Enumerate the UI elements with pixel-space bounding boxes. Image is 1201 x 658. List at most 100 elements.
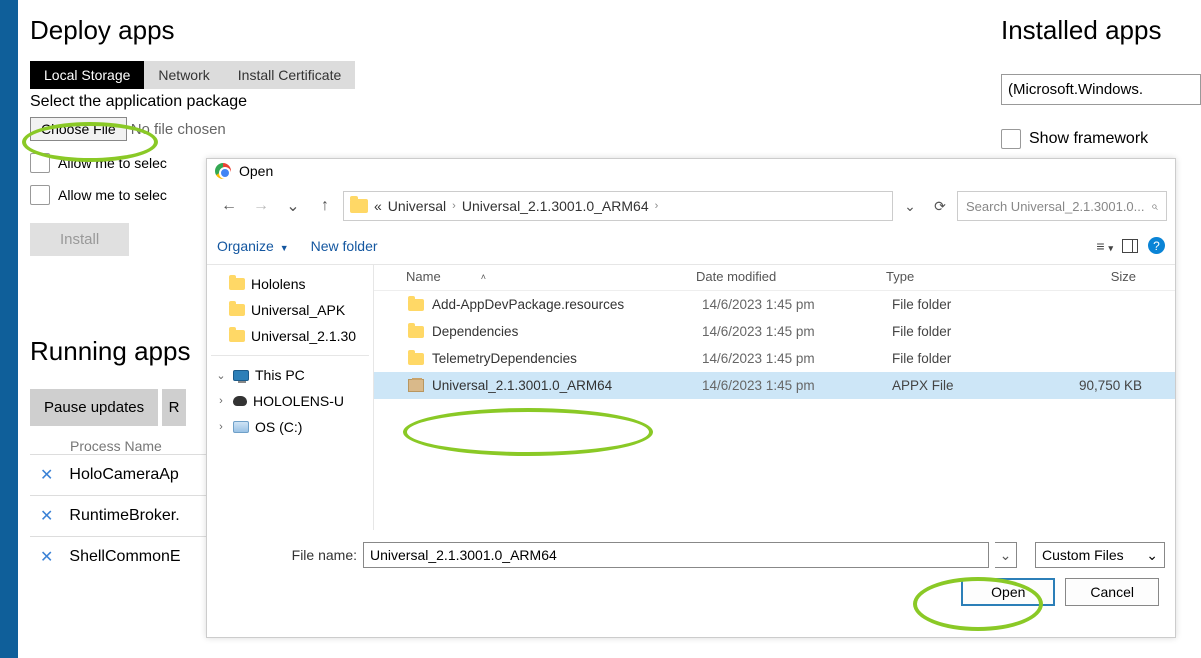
folder-icon — [408, 326, 424, 338]
col-type[interactable]: Type — [886, 269, 1026, 284]
close-process-icon[interactable]: ✕ — [36, 465, 57, 485]
folder-icon — [350, 199, 368, 213]
pc-icon — [233, 370, 249, 381]
col-date[interactable]: Date modified — [696, 269, 886, 284]
file-list: Name ˄ Date modified Type Size Add-AppDev… — [374, 265, 1175, 530]
chrome-icon — [215, 163, 231, 179]
chevron-right-icon: › — [655, 200, 659, 212]
open-button[interactable]: Open — [961, 578, 1055, 606]
left-accent-bar — [0, 0, 18, 658]
drive-icon — [233, 421, 249, 433]
file-name-input[interactable] — [363, 542, 989, 568]
col-size[interactable]: Size — [1026, 269, 1136, 284]
breadcrumb[interactable]: Universal_2.1.3001.0_ARM64 — [462, 198, 649, 214]
address-bar[interactable]: « Universal › Universal_2.1.3001.0_ARM64… — [343, 191, 893, 221]
refresh-button[interactable]: R — [162, 389, 186, 426]
no-file-chosen-label: No file chosen — [131, 121, 226, 138]
file-type: APPX File — [892, 378, 1032, 393]
recent-locations-button[interactable]: ⌄ — [279, 192, 307, 220]
view-mode-button[interactable]: ≡ ▾ — [1096, 238, 1112, 254]
chevron-right-icon[interactable]: › — [215, 421, 227, 433]
new-folder-button[interactable]: New folder — [311, 238, 378, 254]
file-name: Add-AppDevPackage.resources — [432, 297, 702, 312]
sidebar-item-hololens-u[interactable]: › HOLOLENS-U — [211, 388, 369, 414]
file-type: File folder — [892, 297, 1032, 312]
tab-install-certificate[interactable]: Install Certificate — [224, 61, 355, 89]
file-name: Universal_2.1.3001.0_ARM64 — [432, 378, 702, 393]
sidebar-item-label: HOLOLENS-U — [253, 393, 344, 409]
file-open-dialog: Open ← → ⌄ ↑ « Universal › Universal_2.1… — [206, 158, 1176, 638]
file-name: TelemetryDependencies — [432, 351, 702, 366]
address-history-button[interactable]: ⌄ — [897, 198, 923, 215]
file-date: 14/6/2023 1:45 pm — [702, 297, 892, 312]
refresh-icon[interactable]: ⟳ — [927, 198, 953, 215]
file-list-header[interactable]: Name ˄ Date modified Type Size — [374, 265, 1175, 291]
package-icon — [408, 379, 424, 392]
tab-local-storage[interactable]: Local Storage — [30, 61, 144, 89]
close-process-icon[interactable]: ✕ — [36, 506, 57, 526]
back-button[interactable]: ← — [215, 192, 243, 220]
sidebar-item-hololens[interactable]: Hololens — [211, 271, 369, 297]
sidebar-item-this-pc[interactable]: ⌄ This PC — [211, 362, 369, 388]
pause-updates-button[interactable]: Pause updates — [30, 389, 158, 426]
close-process-icon[interactable]: ✕ — [36, 547, 57, 567]
breadcrumb[interactable]: Universal — [388, 198, 446, 214]
sidebar-item-label: This PC — [255, 367, 305, 383]
process-name: HoloCameraAp — [69, 466, 178, 484]
folder-icon — [229, 304, 245, 316]
sidebar-divider — [211, 355, 369, 356]
sort-asc-icon: ˄ — [481, 272, 486, 282]
sidebar-item-os-c[interactable]: › OS (C:) — [211, 414, 369, 440]
allow-label-1: Allow me to selec — [58, 155, 167, 171]
folder-icon — [408, 299, 424, 311]
up-button[interactable]: ↑ — [311, 192, 339, 220]
file-date: 14/6/2023 1:45 pm — [702, 378, 892, 393]
sidebar-item-label: Universal_2.1.30 — [251, 328, 356, 344]
file-row-selected[interactable]: Universal_2.1.3001.0_ARM64 14/6/2023 1:4… — [374, 372, 1175, 399]
crumb-prefix: « — [374, 198, 382, 214]
help-icon[interactable]: ? — [1148, 237, 1165, 254]
tab-network[interactable]: Network — [144, 61, 223, 89]
file-type: File folder — [892, 351, 1032, 366]
chevron-down-icon[interactable]: ⌄ — [215, 369, 227, 382]
file-type-filter[interactable]: Custom Files ⌄ — [1035, 542, 1165, 568]
process-name: ShellCommonE — [69, 548, 180, 566]
sidebar-item-universal-apk[interactable]: Universal_APK — [211, 297, 369, 323]
preview-pane-button[interactable] — [1122, 239, 1138, 253]
file-row[interactable]: Add-AppDevPackage.resources 14/6/2023 1:… — [374, 291, 1175, 318]
sidebar-item-label: Hololens — [251, 276, 305, 292]
file-date: 14/6/2023 1:45 pm — [702, 324, 892, 339]
sidebar-item-universal-21[interactable]: Universal_2.1.30 — [211, 323, 369, 349]
chevron-right-icon: › — [452, 200, 456, 212]
allow-checkbox-2[interactable] — [30, 185, 50, 205]
organize-button[interactable]: Organize ▼ — [217, 238, 289, 254]
sidebar-item-label: OS (C:) — [255, 419, 302, 435]
file-name-history-button[interactable]: ⌄ — [995, 542, 1017, 568]
deploy-tabs: Local Storage Network Install Certificat… — [30, 61, 970, 89]
allow-checkbox-1[interactable] — [30, 153, 50, 173]
file-row[interactable]: TelemetryDependencies 14/6/2023 1:45 pm … — [374, 345, 1175, 372]
choose-file-button[interactable]: Choose File — [30, 117, 127, 141]
folder-icon — [229, 278, 245, 290]
search-placeholder: Search Universal_2.1.3001.0... — [966, 199, 1145, 214]
forward-button[interactable]: → — [247, 192, 275, 220]
col-name[interactable]: Name — [406, 269, 441, 284]
folder-icon — [408, 353, 424, 365]
file-row[interactable]: Dependencies 14/6/2023 1:45 pm File fold… — [374, 318, 1175, 345]
installed-apps-select[interactable]: (Microsoft.Windows. — [1001, 74, 1201, 105]
cancel-button[interactable]: Cancel — [1065, 578, 1159, 606]
filter-label: Custom Files — [1042, 547, 1124, 563]
search-input[interactable]: Search Universal_2.1.3001.0... ⌕ — [957, 191, 1167, 221]
installed-apps-title: Installed apps — [1001, 15, 1201, 46]
chevron-right-icon[interactable]: › — [215, 395, 227, 407]
show-framework-label: Show framework — [1029, 130, 1148, 148]
dialog-title: Open — [239, 163, 273, 179]
file-size: 90,750 KB — [1032, 378, 1142, 393]
file-name-label: File name: — [217, 547, 357, 563]
file-type: File folder — [892, 324, 1032, 339]
process-name: RuntimeBroker. — [69, 507, 179, 525]
file-date: 14/6/2023 1:45 pm — [702, 351, 892, 366]
install-button[interactable]: Install — [30, 223, 129, 256]
show-framework-checkbox[interactable] — [1001, 129, 1021, 149]
select-package-label: Select the application package — [30, 93, 970, 111]
